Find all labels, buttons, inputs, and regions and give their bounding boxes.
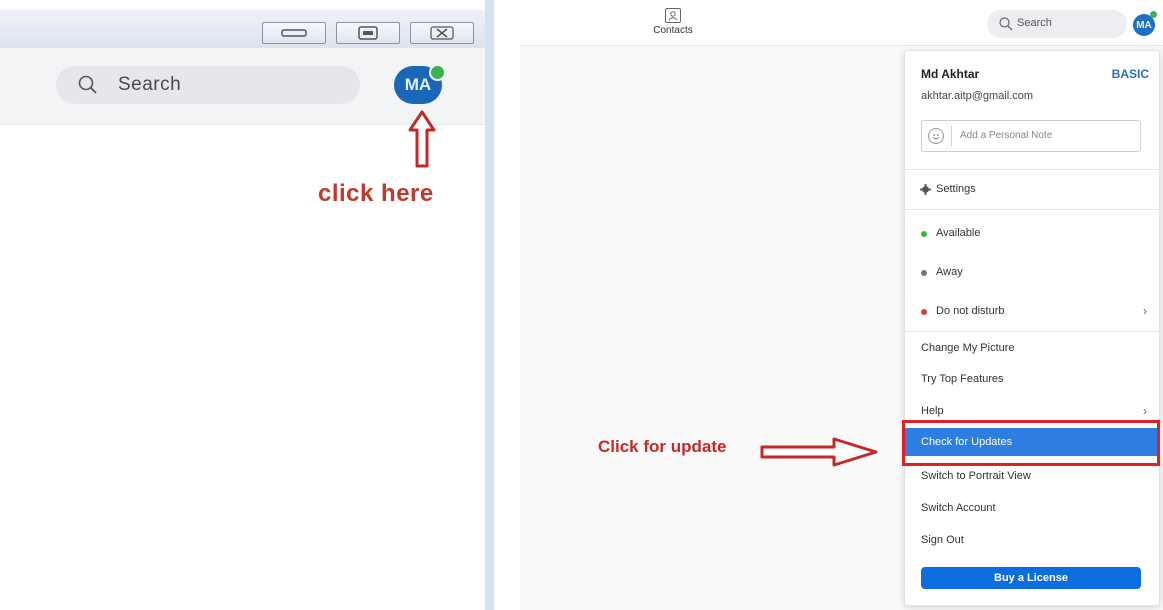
search-placeholder: Search xyxy=(1017,17,1052,29)
contacts-icon xyxy=(665,8,681,23)
note-placeholder: Add a Personal Note xyxy=(960,130,1053,141)
click-for-update-annotation: Click for update xyxy=(598,437,727,456)
personal-note-field[interactable]: Add a Personal Note xyxy=(921,120,1141,152)
avatar-button[interactable]: MA xyxy=(394,64,446,104)
arrow-right-icon xyxy=(760,437,878,467)
status-dot xyxy=(1150,11,1157,18)
menu-item-label: Change My Picture xyxy=(921,342,1015,354)
available-status-dot xyxy=(921,231,927,237)
menu-item-settings[interactable]: Settings xyxy=(905,175,1159,203)
avatar-initials: MA xyxy=(404,75,432,94)
divider xyxy=(905,169,1159,170)
menu-item-try-top-features[interactable]: Try Top Features xyxy=(905,365,1159,393)
maximize-icon xyxy=(358,26,378,40)
menu-item-away[interactable]: Away xyxy=(905,258,1159,286)
avatar-button[interactable]: MA xyxy=(1133,11,1157,36)
panel-divider xyxy=(485,0,494,610)
gear-icon xyxy=(920,184,931,195)
minimize-icon xyxy=(281,29,307,37)
menu-item-label: Help xyxy=(921,405,944,417)
menu-item-available[interactable]: Available xyxy=(905,219,1159,247)
chevron-right-icon: › xyxy=(1143,404,1147,418)
contacts-tab[interactable]: Contacts xyxy=(643,8,703,36)
right-zoom-panel: Contacts Search MA Md Akhtar BASIC akhta… xyxy=(520,0,1163,610)
menu-item-label: Switch to Portrait View xyxy=(921,470,1031,482)
divider xyxy=(905,209,1159,210)
away-status-dot xyxy=(921,270,927,276)
search-input[interactable]: Search xyxy=(987,10,1127,38)
menu-item-label: Switch Account xyxy=(921,502,996,514)
smiley-icon[interactable] xyxy=(928,128,944,144)
menu-item-label: Try Top Features xyxy=(921,373,1004,385)
search-icon xyxy=(78,75,97,94)
click-here-annotation: click here xyxy=(318,180,434,207)
user-name: Md Akhtar xyxy=(921,67,980,81)
highlight-box xyxy=(902,420,1160,466)
minimize-button[interactable] xyxy=(262,22,326,44)
close-icon xyxy=(430,26,454,40)
menu-item-label: Available xyxy=(936,227,981,239)
left-zoom-panel: Search MA click here xyxy=(0,0,500,610)
divider xyxy=(905,331,1159,332)
search-placeholder: Search xyxy=(118,74,182,95)
menu-item-sign-out[interactable]: Sign Out xyxy=(905,526,1159,554)
buy-license-button[interactable]: Buy a License xyxy=(921,567,1141,589)
note-separator xyxy=(951,126,952,146)
arrow-up-icon xyxy=(408,110,436,168)
contacts-label: Contacts xyxy=(653,25,693,36)
profile-menu: Md Akhtar BASIC akhtar.aitp@gmail.com Ad… xyxy=(904,50,1160,606)
close-button[interactable] xyxy=(410,22,474,44)
menu-item-switch-portrait[interactable]: Switch to Portrait View xyxy=(905,462,1159,490)
menu-item-switch-account[interactable]: Switch Account xyxy=(905,494,1159,522)
menu-item-label: Sign Out xyxy=(921,534,964,546)
avatar-initials: MA xyxy=(1136,19,1152,31)
menu-item-label: Settings xyxy=(936,183,976,195)
menu-item-label: Do not disturb xyxy=(936,305,1005,317)
menu-item-label: Away xyxy=(936,266,963,278)
search-input[interactable]: Search xyxy=(56,66,360,104)
menu-item-change-picture[interactable]: Change My Picture xyxy=(905,334,1159,362)
search-icon xyxy=(999,17,1013,31)
menu-item-do-not-disturb[interactable]: Do not disturb › xyxy=(905,297,1159,325)
status-dot xyxy=(429,64,446,81)
dnd-status-dot xyxy=(921,309,927,315)
chevron-right-icon: › xyxy=(1143,304,1147,318)
user-email: akhtar.aitp@gmail.com xyxy=(921,90,1034,102)
maximize-button[interactable] xyxy=(336,22,400,44)
plan-badge: BASIC xyxy=(1111,67,1149,81)
